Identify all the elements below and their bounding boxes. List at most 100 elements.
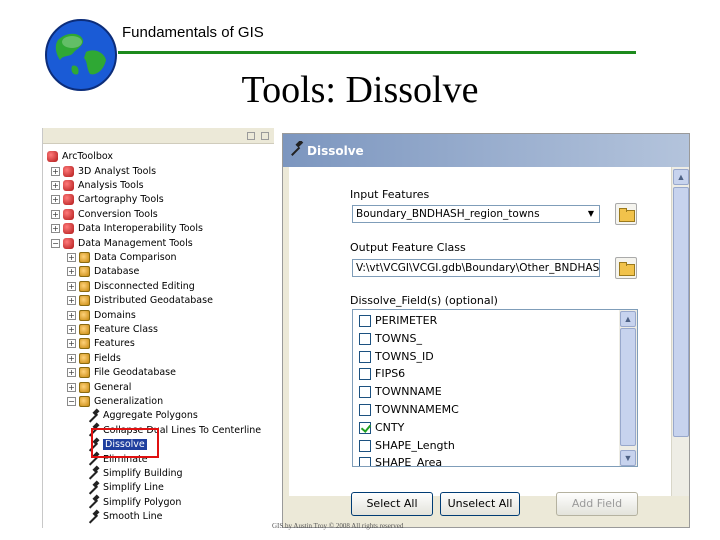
open-folder-icon[interactable] bbox=[615, 203, 637, 225]
tool-hammer-icon bbox=[87, 410, 99, 422]
dialog-title: Dissolve bbox=[307, 144, 364, 158]
fields-scrollbar[interactable]: ▲ ▼ bbox=[619, 310, 637, 466]
field-list-item[interactable]: TOWNS_ID bbox=[359, 348, 434, 365]
tree-item[interactable]: + Fields bbox=[67, 352, 121, 366]
tree-item[interactable]: + Conversion Tools bbox=[51, 208, 158, 222]
tree-item[interactable]: + Distributed Geodatabase bbox=[67, 294, 213, 308]
tree-item-label: Features bbox=[94, 338, 135, 350]
tree-item-label: Disconnected Editing bbox=[94, 280, 195, 292]
input-features-select[interactable]: Boundary_BNDHASH_region_towns ▼ bbox=[352, 205, 600, 223]
expand-icon[interactable]: + bbox=[67, 281, 76, 291]
field-list-item[interactable]: TOWNS_ bbox=[359, 330, 422, 347]
expand-icon[interactable]: + bbox=[67, 267, 76, 277]
scroll-thumb[interactable] bbox=[673, 187, 689, 437]
field-checkbox[interactable] bbox=[359, 421, 371, 434]
output-class-value: V:\vt\VCGI\VCGI.gdb\Boundary\Other_BNDHA… bbox=[356, 262, 600, 274]
field-checkbox[interactable] bbox=[359, 350, 371, 363]
field-name: TOWNNAME bbox=[375, 385, 442, 399]
expand-icon[interactable]: + bbox=[51, 209, 60, 219]
tree-item[interactable]: Simplify Polygon bbox=[87, 496, 181, 510]
field-list-item[interactable]: SHAPE_Length bbox=[359, 437, 455, 454]
tree-root[interactable]: ArcToolbox bbox=[47, 150, 113, 164]
tree-item[interactable]: + Features bbox=[67, 337, 135, 351]
tree-item[interactable]: − Generalization bbox=[67, 395, 163, 409]
collapse-icon[interactable]: − bbox=[67, 396, 76, 406]
expand-icon[interactable]: + bbox=[67, 324, 76, 334]
tree-item[interactable]: Smooth Line bbox=[87, 510, 162, 524]
tree-item[interactable]: + Data Interoperability Tools bbox=[51, 222, 203, 236]
unselect-all-button[interactable]: Unselect All bbox=[440, 492, 520, 516]
toolset-icon bbox=[79, 309, 90, 321]
tree-item-label: Database bbox=[94, 266, 140, 278]
tree-item[interactable]: Simplify Building bbox=[87, 467, 183, 481]
field-checkbox[interactable] bbox=[359, 368, 371, 381]
tree-item[interactable]: + Data Comparison bbox=[67, 251, 177, 265]
field-checkbox[interactable] bbox=[359, 332, 371, 345]
tree-item-label: Data Management Tools bbox=[78, 237, 193, 249]
tree-item[interactable]: − Data Management Tools bbox=[51, 237, 193, 251]
field-list-item[interactable]: TOWNNAMEMC bbox=[359, 401, 459, 418]
collapse-icon[interactable]: − bbox=[51, 238, 60, 248]
save-folder-icon[interactable] bbox=[615, 257, 637, 279]
expand-icon[interactable]: + bbox=[67, 296, 76, 306]
field-list-item[interactable]: SHAPE_Area bbox=[359, 454, 442, 466]
highlight-box bbox=[91, 428, 159, 458]
expand-icon[interactable]: + bbox=[51, 166, 60, 176]
expand-icon[interactable]: + bbox=[51, 180, 60, 190]
field-checkbox[interactable] bbox=[359, 386, 371, 399]
tree-item[interactable]: + Analysis Tools bbox=[51, 179, 144, 193]
panel-pin-icon[interactable] bbox=[247, 132, 255, 140]
expand-icon[interactable]: + bbox=[67, 310, 76, 320]
fields-scroll-up-icon[interactable]: ▲ bbox=[620, 311, 636, 327]
tree-item[interactable]: Simplify Line bbox=[87, 481, 164, 495]
expand-icon[interactable]: + bbox=[67, 382, 76, 392]
tree-item[interactable]: + General bbox=[67, 381, 131, 395]
scroll-up-icon[interactable]: ▲ bbox=[673, 169, 689, 185]
select-all-button[interactable]: Select All bbox=[351, 492, 433, 516]
tree-item[interactable]: + Disconnected Editing bbox=[67, 280, 195, 294]
field-name: TOWNNAMEMC bbox=[375, 403, 459, 416]
field-list-item[interactable]: FIPS6 bbox=[359, 365, 405, 382]
field-list-item[interactable]: CNTY bbox=[359, 419, 404, 436]
tree-item[interactable]: + Domains bbox=[67, 309, 136, 323]
output-class-input[interactable]: V:\vt\VCGI\VCGI.gdb\Boundary\Other_BNDHA… bbox=[352, 259, 600, 277]
fields-scroll-down-icon[interactable]: ▼ bbox=[620, 450, 636, 466]
expand-icon[interactable]: + bbox=[51, 195, 60, 205]
tree-item-label: Generalization bbox=[94, 395, 164, 407]
tree-item-label: File Geodatabase bbox=[94, 367, 176, 379]
toolset-icon bbox=[79, 251, 90, 263]
tree-root-label: ArcToolbox bbox=[62, 151, 114, 162]
expand-icon[interactable]: + bbox=[67, 252, 76, 262]
field-checkbox[interactable] bbox=[359, 457, 371, 466]
tree-item-label: Cartography Tools bbox=[78, 194, 164, 206]
tree-item-label: 3D Analyst Tools bbox=[78, 165, 157, 177]
panel-close-icon[interactable] bbox=[261, 132, 269, 140]
dissolve-fields-label: Dissolve_Field(s) (optional) bbox=[350, 294, 498, 307]
tree-item[interactable]: + Database bbox=[67, 265, 139, 279]
tree-item[interactable]: Aggregate Polygons bbox=[87, 409, 198, 423]
fields-scroll-thumb[interactable] bbox=[620, 328, 636, 446]
dialog-scrollbar[interactable]: ▲ bbox=[671, 167, 689, 496]
field-list-item[interactable]: TOWNNAME bbox=[359, 383, 442, 400]
expand-icon[interactable]: + bbox=[67, 339, 76, 349]
tool-hammer-icon bbox=[87, 482, 99, 494]
field-list-item[interactable]: PERIMETER bbox=[359, 312, 437, 329]
toolset-icon bbox=[79, 395, 90, 407]
field-checkbox[interactable] bbox=[359, 439, 371, 452]
tree-item[interactable]: + Cartography Tools bbox=[51, 193, 164, 207]
expand-icon[interactable]: + bbox=[67, 368, 76, 378]
expand-icon[interactable]: + bbox=[51, 224, 60, 234]
field-checkbox[interactable] bbox=[359, 404, 371, 416]
toolset-icon bbox=[79, 367, 90, 379]
tree-item[interactable]: +3D Analyst Tools bbox=[51, 165, 156, 179]
tree-item[interactable]: + Feature Class bbox=[67, 323, 158, 337]
tree-item-label: Domains bbox=[94, 309, 136, 321]
slide-header: Fundamentals of GIS bbox=[122, 24, 264, 41]
slide-title: Tools: Dissolve bbox=[241, 69, 479, 111]
toolset-icon bbox=[79, 280, 90, 292]
expand-icon[interactable]: + bbox=[67, 353, 76, 363]
add-field-button[interactable]: Add Field bbox=[556, 492, 638, 516]
chevron-down-icon[interactable]: ▼ bbox=[583, 206, 599, 222]
tree-item[interactable]: + File Geodatabase bbox=[67, 366, 176, 380]
field-checkbox[interactable] bbox=[359, 315, 371, 327]
